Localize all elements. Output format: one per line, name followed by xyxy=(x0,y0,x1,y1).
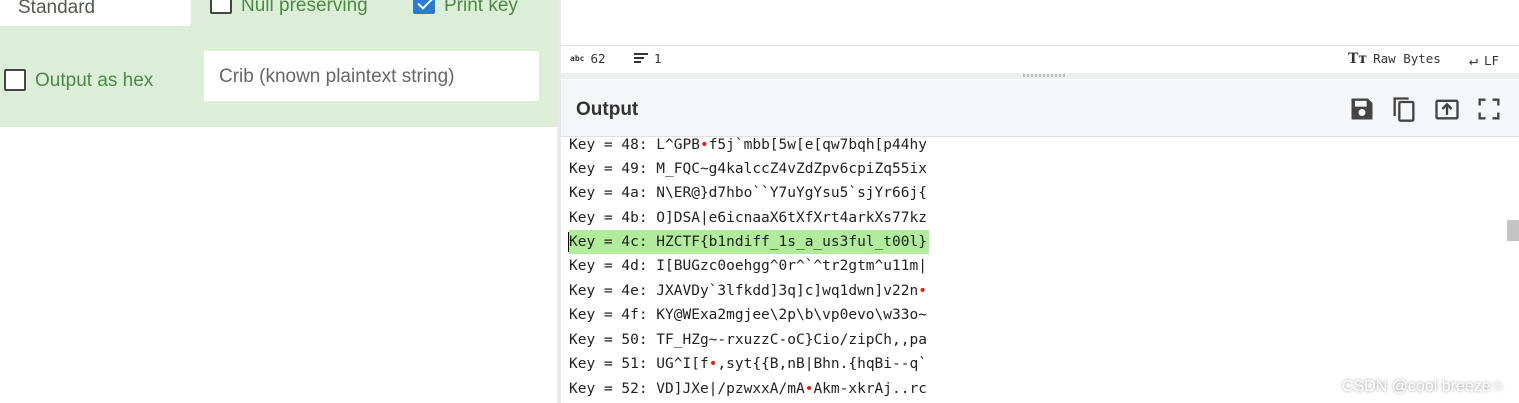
replace-input-icon[interactable] xyxy=(1433,95,1461,123)
null-preserving-checkbox[interactable] xyxy=(210,0,232,14)
recipe-panel: Standard Null preserving Print key Outpu… xyxy=(0,0,557,128)
output-line: Key = 51: UG^I[f•,syt{{B,nB|Bhn.{hqBi--q… xyxy=(569,356,927,372)
output-line: Key = 50: TF_HZg~-rxuzzC-oC}Cio/zipCh,,p… xyxy=(569,332,927,348)
text-cursor xyxy=(568,232,569,252)
output-line: Key = 4a: N\ER@}d7hbo``Y7uYgYsu5`sjYr66j… xyxy=(569,185,927,201)
output-line-highlighted: Key = 4c: HZCTF{b1ndiff_1s_a_us3ful_t00l… xyxy=(569,230,929,254)
mode-select[interactable]: Standard xyxy=(0,0,191,26)
char-count: abc 62 xyxy=(570,51,606,66)
resizer-grip-icon[interactable] xyxy=(1023,74,1065,77)
text-encoding-icon: Tт xyxy=(1348,51,1368,67)
output-title: Output xyxy=(576,99,639,120)
encoding-selector[interactable]: Tт Raw Bytes xyxy=(1348,51,1441,67)
nonprintable-char-marker: • xyxy=(804,381,814,397)
output-line: Key = 4b: O]DSA|e6icnaaX6tXfXrt4arkXs77k… xyxy=(569,210,927,226)
encoding-label: Raw Bytes xyxy=(1373,51,1441,66)
eol-selector[interactable]: ↵ LF xyxy=(1469,51,1499,69)
copy-icon[interactable] xyxy=(1390,95,1418,123)
nonprintable-char-marker: • xyxy=(708,356,718,372)
output-hex-label: Output as hex xyxy=(35,70,154,91)
output-hex-checkbox[interactable] xyxy=(4,69,26,91)
crib-placeholder: Crib (known plaintext string) xyxy=(219,66,455,87)
crib-input[interactable]: Crib (known plaintext string) xyxy=(204,51,539,101)
output-line: Key = 49: M_FQC~g4kalccZ4vZdZpv6cpiZq55i… xyxy=(569,161,927,177)
output-line: Key = 4d: I[BUGzc0oehgg^0r^`^tr2gtm^u11m… xyxy=(569,258,927,274)
input-textarea[interactable] xyxy=(561,0,1519,46)
abc-icon: abc xyxy=(570,54,585,63)
save-icon[interactable] xyxy=(1348,95,1376,123)
output-header: Output xyxy=(561,80,1519,137)
output-line: Key = 52: VD]JXe|/pzwxxA/mA•Akm-xkrAj..r… xyxy=(569,381,927,397)
null-preserving-label: Null preserving xyxy=(241,0,368,16)
line-count-value: 1 xyxy=(654,51,662,66)
maximise-icon[interactable] xyxy=(1475,95,1503,123)
output-line: Key = 48: L^GPB•f5j`mbb[5w[e[qw7bqh[p44h… xyxy=(569,137,927,153)
recipe-empty-area xyxy=(0,127,557,403)
eol-label: LF xyxy=(1484,53,1500,68)
csdn-watermark: CSDN @cool breeze☆ xyxy=(1341,378,1505,395)
lines-icon xyxy=(634,52,648,64)
nonprintable-char-marker: • xyxy=(699,137,709,153)
eol-arrow-icon: ↵ xyxy=(1469,51,1479,69)
mode-value: Standard xyxy=(18,0,96,18)
output-scrollbar-thumb[interactable] xyxy=(1507,220,1519,241)
print-key-checkbox[interactable] xyxy=(413,0,435,14)
output-textarea[interactable]: Key = 48: L^GPB•f5j`mbb[5w[e[qw7bqh[p44h… xyxy=(561,137,1519,403)
nonprintable-char-marker: • xyxy=(918,283,927,299)
print-key-label: Print key xyxy=(444,0,518,16)
line-count: 1 xyxy=(634,51,662,66)
input-status-bar: abc 62 1 Tт Raw Bytes ↵ LF xyxy=(561,46,1519,72)
char-count-value: 62 xyxy=(590,51,606,66)
output-line: Key = 4f: KY@WExa2mgjee\2p\b\vp0evo\w33o… xyxy=(569,307,927,323)
output-line: Key = 4e: JXAVDy`3lfkdd]3q]c]wq1dwn]v22n… xyxy=(569,283,927,299)
pane-resizer[interactable] xyxy=(561,73,1519,79)
